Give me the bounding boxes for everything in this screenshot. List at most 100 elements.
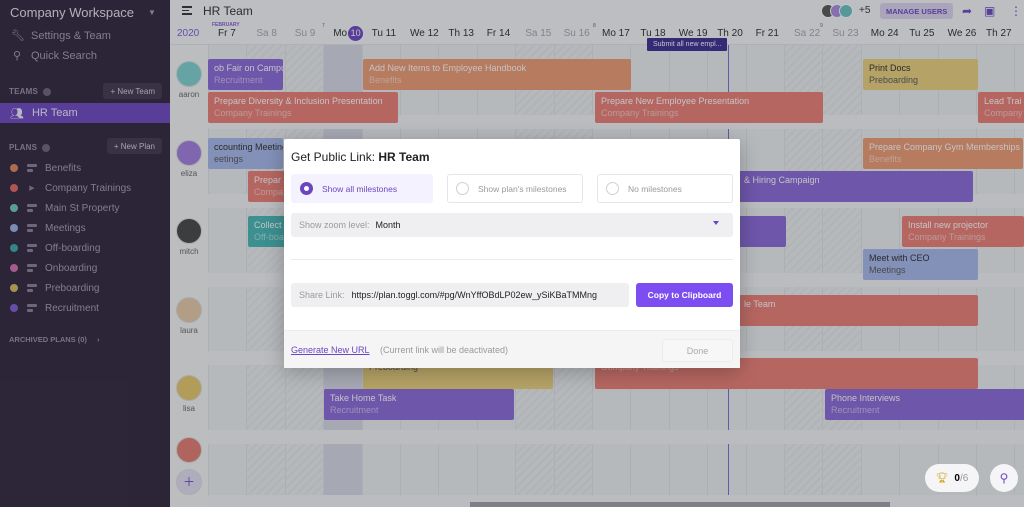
copy-to-clipboard-button[interactable]: Copy to Clipboard bbox=[636, 283, 733, 307]
radio-button[interactable] bbox=[300, 182, 313, 195]
week-number: 9 bbox=[820, 23, 823, 29]
task-bar[interactable]: Lead Trai Company bbox=[978, 92, 1024, 123]
milestone-option-label: Show plan's milestones bbox=[478, 183, 567, 194]
plan-label: Meetings bbox=[45, 222, 86, 234]
share-link-field[interactable]: Share Link: https://plan.toggl.com/#pg/W… bbox=[291, 283, 629, 307]
sidebar-plan-item[interactable]: Off-boarding bbox=[10, 239, 100, 257]
sidebar-plan-item[interactable]: Preboarding bbox=[10, 279, 99, 297]
milestone-option[interactable]: No milestones bbox=[597, 174, 733, 203]
sidebar-plan-item[interactable]: Meetings bbox=[10, 219, 86, 237]
workspace-switcher[interactable]: Company Workspace ▼ bbox=[10, 5, 156, 20]
wrench-icon: 🔧︎ bbox=[11, 30, 25, 42]
sidebar-item-hr-team[interactable]: 👥︎ HR Team bbox=[0, 103, 170, 123]
task-plan: Company Trainings bbox=[601, 108, 679, 118]
plan-color-dot bbox=[10, 204, 18, 212]
task-bar[interactable]: Prepare Company Gym Memberships Benefits bbox=[863, 138, 1023, 169]
zoom-level-value: Month bbox=[375, 220, 401, 230]
task-bar[interactable]: ccounting Meeting eetings bbox=[208, 138, 283, 169]
milestone-flag[interactable]: Submit all new empl... bbox=[647, 38, 728, 51]
horizontal-scrollbar[interactable] bbox=[470, 502, 890, 507]
person-name: aaron bbox=[178, 90, 200, 99]
task-bar[interactable]: ob Fair on Campus Recruitment bbox=[208, 59, 283, 90]
task-bar[interactable]: Print Docs Preboarding bbox=[863, 59, 978, 90]
person-row-header[interactable]: eliza bbox=[170, 139, 208, 178]
share-icon[interactable]: ➦ bbox=[962, 4, 972, 18]
plan-label: Off-boarding bbox=[45, 242, 101, 254]
zoom-level-label: Show zoom level: bbox=[299, 220, 370, 230]
task-title: Add New Items to Employee Handbook bbox=[369, 63, 527, 73]
sidebar-plan-item[interactable]: Recruitment bbox=[10, 299, 99, 317]
task-bar[interactable]: Add New Items to Employee Handbook Benefi… bbox=[363, 59, 631, 90]
inbox-icon[interactable]: ▣ bbox=[984, 4, 995, 18]
radio-button[interactable] bbox=[456, 182, 469, 195]
task-bar[interactable]: Collect Off-boa bbox=[248, 216, 288, 247]
task-bar[interactable]: Install new projector Company Trainings bbox=[902, 216, 1024, 247]
sidebar-plan-item[interactable]: ▶ Company Trainings bbox=[10, 179, 131, 197]
task-bar[interactable]: Prepare Diversity & Inclusion Presentati… bbox=[208, 92, 398, 123]
task-bar[interactable]: le Team bbox=[738, 295, 978, 326]
task-title: Print Docs bbox=[869, 63, 911, 73]
plan-label: Benefits bbox=[45, 162, 82, 174]
chevron-right-icon[interactable]: ▶ bbox=[27, 184, 37, 192]
plan-color-dot bbox=[10, 244, 18, 252]
more-options-icon[interactable]: ⋮ bbox=[1010, 4, 1022, 18]
task-bar[interactable]: Prepar Compa bbox=[248, 171, 288, 202]
generate-new-url-link[interactable]: Generate New URL bbox=[291, 345, 370, 355]
task-bar[interactable]: Prepare New Employee Presentation Company… bbox=[595, 92, 823, 123]
archived-plans-toggle[interactable]: ARCHIVED PLANS (0) › bbox=[9, 335, 100, 344]
task-title: Prepare New Employee Presentation bbox=[601, 96, 750, 106]
day-label: We 12 bbox=[410, 28, 439, 39]
plan-icon bbox=[27, 303, 37, 313]
row-separator bbox=[208, 430, 1024, 444]
day-label: Fr 14 bbox=[486, 28, 511, 39]
user-avatars[interactable] bbox=[821, 4, 853, 18]
add-user-button[interactable]: ＋ bbox=[170, 469, 208, 495]
new-plan-button[interactable]: + New Plan bbox=[106, 138, 162, 154]
avatar bbox=[176, 375, 202, 401]
task-bar[interactable]: & Hiring Campaign bbox=[738, 171, 973, 202]
task-bar[interactable]: Phone Interviews Recruitment bbox=[825, 389, 1024, 420]
divider bbox=[291, 259, 733, 260]
radio-button[interactable] bbox=[606, 182, 619, 195]
done-button[interactable]: Done bbox=[662, 339, 733, 362]
sidebar-plan-item[interactable]: Onboarding bbox=[10, 259, 97, 277]
sidebar-plan-item[interactable]: Benefits bbox=[10, 159, 81, 177]
zoom-in-icon[interactable]: ⚲ bbox=[990, 464, 1018, 492]
day-label: Fr 21 bbox=[755, 28, 779, 39]
plan-color-dot bbox=[10, 284, 18, 292]
task-plan: Recruitment bbox=[831, 405, 880, 415]
task-bar[interactable]: Meet with CEO Meetings bbox=[863, 249, 978, 280]
dialog-title: Get Public Link: HR Team bbox=[291, 150, 430, 164]
task-plan: Preboarding bbox=[869, 75, 919, 85]
person-row-header[interactable]: laura bbox=[170, 296, 208, 335]
generate-note: (Current link will be deactivated) bbox=[380, 345, 509, 355]
person-name: lisa bbox=[182, 404, 195, 413]
plans-section-label: PLANS bbox=[9, 143, 51, 152]
settings-link[interactable]: 🔧︎ Settings & Team bbox=[11, 29, 111, 43]
milestone-option[interactable]: Show plan's milestones bbox=[447, 174, 583, 203]
manage-users-button[interactable]: MANAGE USERS bbox=[880, 3, 954, 19]
plan-icon bbox=[27, 243, 37, 253]
extra-users-count[interactable]: +5 bbox=[859, 5, 870, 16]
person-row-header[interactable]: aaron bbox=[170, 61, 208, 99]
milestone-option[interactable]: Show all milestones bbox=[291, 174, 433, 203]
task-bar[interactable] bbox=[738, 216, 786, 247]
new-team-button[interactable]: + New Team bbox=[103, 83, 162, 99]
zoom-level-select[interactable]: Show zoom level: Month bbox=[291, 213, 733, 237]
person-row-header[interactable]: mitch bbox=[170, 218, 208, 256]
info-icon[interactable] bbox=[42, 143, 51, 152]
avatar[interactable] bbox=[170, 437, 208, 463]
day-label: Mo 17 bbox=[602, 28, 630, 39]
share-link-url[interactable]: https://plan.toggl.com/#pg/WnYffOBdLP02e… bbox=[352, 290, 597, 300]
menu-icon[interactable] bbox=[182, 6, 192, 15]
day-label: Sa 8 bbox=[256, 28, 277, 39]
person-row-header[interactable]: lisa bbox=[170, 375, 208, 413]
chevron-right-icon: › bbox=[97, 335, 100, 344]
sidebar-plan-item[interactable]: Main St Property bbox=[10, 199, 119, 217]
quick-search-link[interactable]: ⚲ Quick Search bbox=[11, 49, 97, 63]
task-bar[interactable]: Take Home Task Recruitment bbox=[324, 389, 514, 420]
day-label: Su 23 bbox=[832, 28, 859, 39]
goals-counter[interactable]: 🏆︎ 0/6 bbox=[925, 464, 979, 492]
teams-label: TEAMS bbox=[9, 87, 38, 96]
info-icon[interactable] bbox=[43, 87, 51, 96]
